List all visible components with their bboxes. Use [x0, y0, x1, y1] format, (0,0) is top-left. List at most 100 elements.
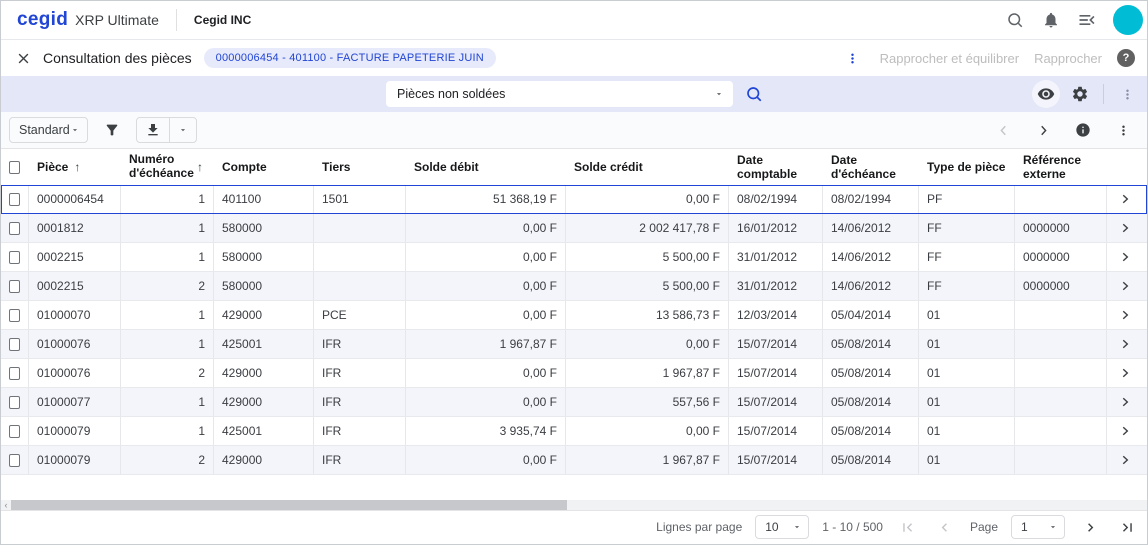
cell-date_echeance: 08/02/1994: [823, 185, 919, 213]
column-label: Date d'échéance: [831, 153, 910, 181]
cell-credit: 1 967,87 F: [566, 359, 729, 387]
column-header-date-echeance[interactable]: Date d'échéance: [823, 149, 919, 185]
row-checkbox[interactable]: [9, 454, 20, 467]
download-icon[interactable]: [137, 118, 169, 142]
row-open-button[interactable]: [1107, 214, 1142, 242]
top-bar: cegid XRP Ultimate Cegid INC: [1, 1, 1147, 40]
table-row[interactable]: 0001812 1 580000 0,00 F 2 002 417,78 F 1…: [1, 214, 1147, 243]
page-dropdown[interactable]: 1: [1011, 515, 1065, 539]
horizontal-scrollbar-thumb[interactable]: [11, 500, 567, 510]
kebab-menu-icon[interactable]: [841, 46, 865, 70]
settings-gear-icon[interactable]: [1068, 82, 1092, 106]
view-selector-dropdown[interactable]: Standard: [9, 117, 88, 143]
company-name: Cegid INC: [194, 13, 251, 27]
column-header-numero-echeance[interactable]: Numéro d'échéance ↑: [121, 149, 214, 185]
page-title: Consultation des pièces: [43, 50, 192, 66]
row-checkbox[interactable]: [9, 338, 20, 351]
table-row[interactable]: 01000076 2 429000 IFR 0,00 F 1 967,87 F …: [1, 359, 1147, 388]
row-checkbox[interactable]: [9, 222, 20, 235]
column-header-compte[interactable]: Compte: [214, 149, 314, 185]
cell-piece: 01000076: [29, 330, 121, 358]
reconcile-button[interactable]: Rapprocher: [1034, 51, 1102, 66]
filter-search-icon[interactable]: [745, 85, 763, 103]
column-header-piece[interactable]: Pièce ↑: [29, 149, 121, 185]
row-checkbox[interactable]: [9, 396, 20, 409]
scroll-left-icon[interactable]: ‹: [1, 500, 11, 510]
export-options-caret-icon[interactable]: [170, 118, 196, 142]
table-row[interactable]: 01000077 1 429000 IFR 0,00 F 557,56 F 15…: [1, 388, 1147, 417]
title-bar: Consultation des pièces 0000006454 - 401…: [1, 40, 1147, 76]
user-avatar[interactable]: [1113, 5, 1143, 35]
column-header-type-piece[interactable]: Type de pièce: [919, 149, 1015, 185]
cell-tiers: [314, 272, 406, 300]
help-icon[interactable]: ?: [1117, 49, 1135, 67]
cell-credit: 557,56 F: [566, 388, 729, 416]
cell-date_comptable: 08/02/1994: [729, 185, 823, 213]
reconcile-balance-button[interactable]: Rapprocher et équilibrer: [880, 51, 1019, 66]
column-label: Tiers: [322, 160, 350, 174]
notifications-bell-icon[interactable]: [1039, 8, 1063, 32]
table-row[interactable]: 0002215 2 580000 0,00 F 5 500,00 F 31/01…: [1, 272, 1147, 301]
horizontal-scrollbar[interactable]: ‹: [1, 500, 1147, 510]
table-row[interactable]: 01000079 1 425001 IFR 3 935,74 F 0,00 F …: [1, 417, 1147, 446]
search-icon[interactable]: [1003, 8, 1027, 32]
rows-per-page-dropdown[interactable]: 10: [755, 515, 809, 539]
column-header-date-comptable[interactable]: Date comptable: [729, 149, 823, 185]
column-header-tiers[interactable]: Tiers: [314, 149, 406, 185]
table-row[interactable]: 0002215 1 580000 0,00 F 5 500,00 F 31/01…: [1, 243, 1147, 272]
cell-compte: 429000: [214, 359, 314, 387]
cell-ref: [1015, 446, 1107, 474]
select-all-checkbox[interactable]: [9, 161, 20, 174]
table-row[interactable]: 01000070 1 429000 PCE 0,00 F 13 586,73 F…: [1, 301, 1147, 330]
table-row[interactable]: 01000076 1 425001 IFR 1 967,87 F 0,00 F …: [1, 330, 1147, 359]
cell-credit: 2 002 417,78 F: [566, 214, 729, 242]
row-checkbox[interactable]: [9, 425, 20, 438]
row-open-button[interactable]: [1107, 272, 1142, 300]
row-checkbox[interactable]: [9, 309, 20, 322]
cell-piece: 01000070: [29, 301, 121, 329]
next-record-icon[interactable]: [1031, 118, 1055, 142]
row-open-button[interactable]: [1107, 417, 1142, 445]
cell-num: 2: [121, 272, 214, 300]
info-icon[interactable]: [1071, 118, 1095, 142]
filterbar-kebab-icon[interactable]: [1115, 82, 1139, 106]
sort-asc-icon: ↑: [197, 160, 203, 174]
row-checkbox[interactable]: [9, 193, 20, 206]
previous-record-icon[interactable]: [991, 118, 1015, 142]
cell-tiers: PCE: [314, 301, 406, 329]
menu-open-icon[interactable]: [1075, 8, 1099, 32]
column-header-solde-debit[interactable]: Solde débit: [406, 149, 566, 185]
row-open-button[interactable]: [1107, 388, 1142, 416]
visibility-eye-icon[interactable]: [1032, 80, 1060, 108]
row-open-button[interactable]: [1107, 243, 1142, 271]
previous-page-icon[interactable]: [933, 515, 957, 539]
row-open-button[interactable]: [1107, 185, 1142, 213]
cell-type: FF: [919, 272, 1015, 300]
pagination-bar: Lignes par page 10 1 - 10 / 500 Page 1: [1, 510, 1147, 543]
document-chip[interactable]: 0000006454 - 401100 - FACTURE PAPETERIE …: [204, 48, 496, 68]
column-header-reference-externe[interactable]: Référence externe: [1015, 149, 1107, 185]
chevron-down-icon: [792, 522, 802, 532]
row-checkbox[interactable]: [9, 280, 20, 293]
row-checkbox[interactable]: [9, 367, 20, 380]
row-open-button[interactable]: [1107, 446, 1142, 474]
first-page-icon[interactable]: [896, 515, 920, 539]
cell-ref: [1015, 330, 1107, 358]
filter-dropdown[interactable]: Pièces non soldées: [386, 81, 733, 107]
table-row[interactable]: 0000006454 1 401100 1501 51 368,19 F 0,0…: [1, 185, 1147, 214]
row-open-button[interactable]: [1107, 330, 1142, 358]
row-checkbox[interactable]: [9, 251, 20, 264]
next-page-icon[interactable]: [1078, 515, 1102, 539]
close-icon[interactable]: [11, 46, 35, 70]
table-row[interactable]: 01000079 2 429000 IFR 0,00 F 1 967,87 F …: [1, 446, 1147, 475]
row-open-button[interactable]: [1107, 301, 1142, 329]
row-open-button[interactable]: [1107, 359, 1142, 387]
cell-debit: 0,00 F: [406, 214, 566, 242]
cell-date_comptable: 16/01/2012: [729, 214, 823, 242]
column-header-solde-credit[interactable]: Solde crédit: [566, 149, 729, 185]
filter-funnel-icon[interactable]: [100, 118, 124, 142]
last-page-icon[interactable]: [1115, 515, 1139, 539]
toolbar-kebab-icon[interactable]: [1111, 118, 1135, 142]
cell-compte: 429000: [214, 388, 314, 416]
cell-tiers: IFR: [314, 417, 406, 445]
